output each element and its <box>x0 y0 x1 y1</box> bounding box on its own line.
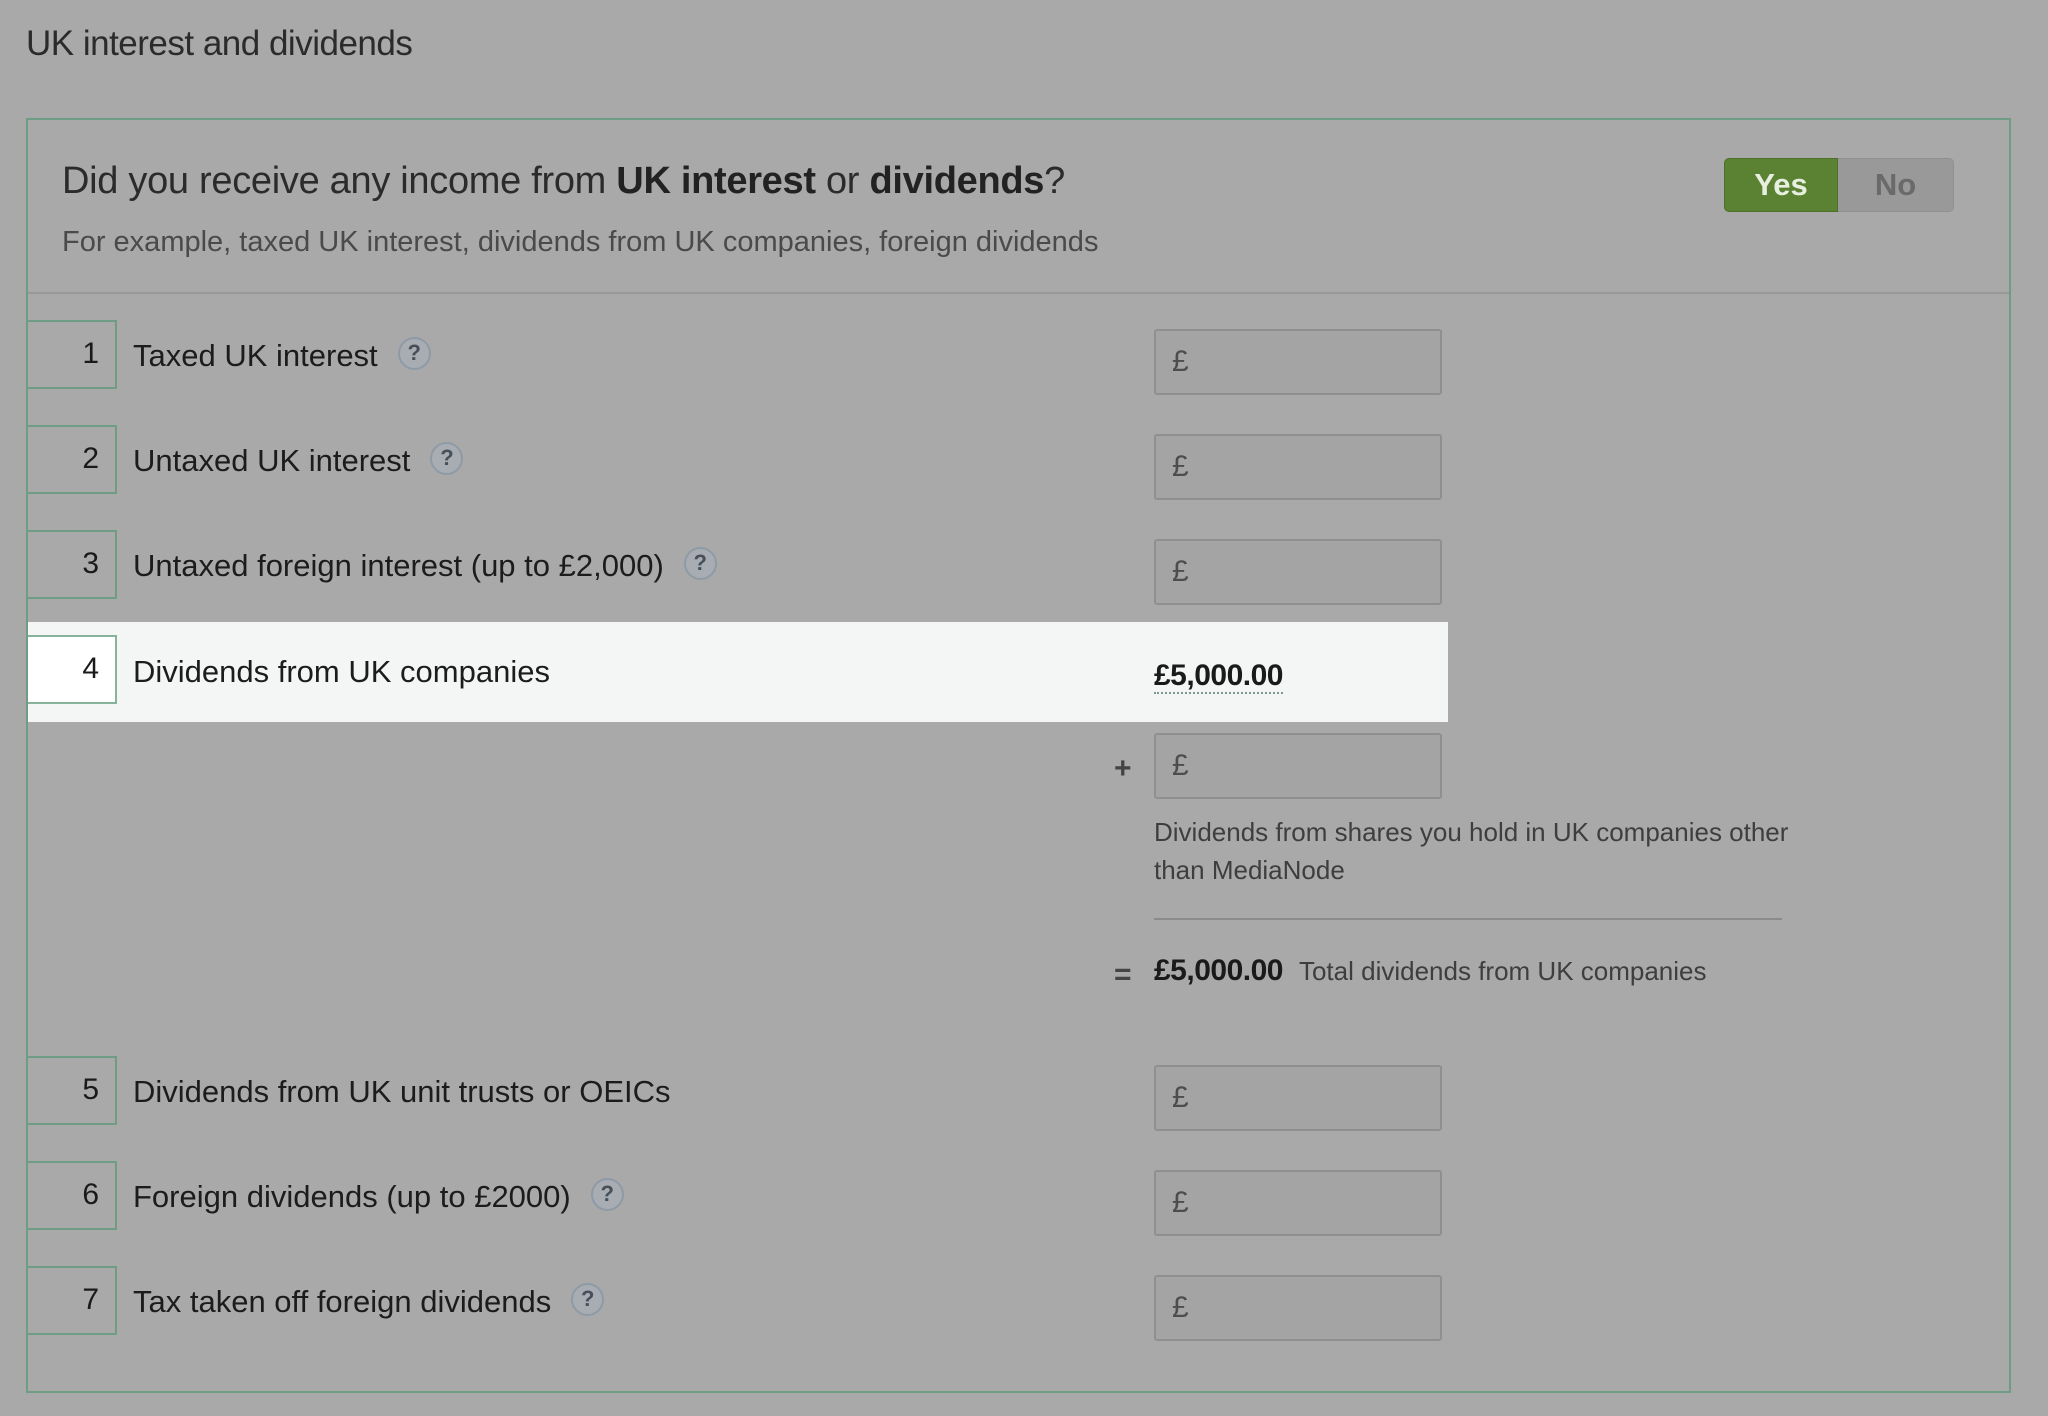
taxed-uk-interest-field[interactable] <box>1196 345 1440 379</box>
row-label-text: Untaxed UK interest <box>133 443 411 478</box>
help-icon[interactable]: ? <box>590 1177 624 1211</box>
pound-sign: £ <box>1172 749 1189 782</box>
income-panel: Did you receive any income from UK inter… <box>26 118 2011 1393</box>
total-amount: £5,000.00 <box>1154 954 1283 987</box>
row-label: Tax taken off foreign dividends? <box>133 1282 605 1320</box>
pound-sign: £ <box>1172 1291 1189 1324</box>
row-number: 1 <box>28 320 117 389</box>
row-label-text: Dividends from UK unit trusts or OEICs <box>133 1074 671 1109</box>
help-icon[interactable]: ? <box>571 1282 605 1316</box>
question-prefix: Did you receive any income from <box>62 160 617 202</box>
untaxed-foreign-interest-field[interactable] <box>1196 555 1440 589</box>
row-label: Foreign dividends (up to £2000)? <box>133 1177 624 1215</box>
row-number: 2 <box>28 425 117 494</box>
tax-foreign-dividends-input[interactable]: £ <box>1154 1275 1442 1341</box>
question-or: or <box>815 160 870 202</box>
dividends-total: £5,000.00 Total dividends from UK compan… <box>1154 954 1707 988</box>
pound-sign: £ <box>1172 555 1189 588</box>
row-label-text: Untaxed foreign interest (up to £2,000) <box>133 548 664 583</box>
row-number: 3 <box>28 530 117 599</box>
row-number: 4 <box>28 635 117 704</box>
question-uk-interest: UK interest <box>616 160 816 202</box>
row-label-text: Tax taken off foreign dividends <box>133 1284 552 1319</box>
question-mark: ? <box>1044 160 1065 202</box>
foreign-dividends-input[interactable]: £ <box>1154 1170 1442 1236</box>
total-label: Total dividends from UK companies <box>1298 956 1707 986</box>
help-icon[interactable]: ? <box>683 546 717 580</box>
pound-sign: £ <box>1172 1081 1189 1114</box>
equals-sign: = <box>1114 958 1132 991</box>
foreign-dividends-field[interactable] <box>1196 1186 1440 1220</box>
help-icon[interactable]: ? <box>397 336 431 370</box>
untaxed-foreign-interest-input[interactable]: £ <box>1154 539 1442 605</box>
plus-sign: + <box>1114 752 1132 785</box>
untaxed-uk-interest-input[interactable]: £ <box>1154 434 1442 500</box>
tax-foreign-dividends-field[interactable] <box>1196 1291 1440 1325</box>
other-dividends-field[interactable] <box>1196 749 1440 783</box>
row-dividends-uk-companies[interactable]: 4 Dividends from UK companies £5,000.00 <box>28 622 1448 722</box>
unit-trusts-field[interactable] <box>1196 1081 1440 1115</box>
section-divider <box>28 292 2009 294</box>
row-label: Untaxed UK interest? <box>133 441 464 479</box>
unit-trusts-input[interactable]: £ <box>1154 1065 1442 1131</box>
dividends-amount[interactable]: £5,000.00 <box>1154 660 1283 694</box>
question-subtext: For example, taxed UK interest, dividend… <box>62 226 1099 258</box>
row-label: Dividends from UK unit trusts or OEICs <box>133 1074 671 1110</box>
row-label-text: Taxed UK interest <box>133 338 378 373</box>
yes-no-toggle: Yes No <box>1724 158 1954 212</box>
other-dividends-note: Dividends from shares you hold in UK com… <box>1154 817 1789 885</box>
pound-sign: £ <box>1172 1186 1189 1219</box>
row-number: 7 <box>28 1266 117 1335</box>
row-label: Dividends from UK companies <box>133 654 550 690</box>
no-button[interactable]: No <box>1838 158 1954 212</box>
taxed-uk-interest-input[interactable]: £ <box>1154 329 1442 395</box>
pound-sign: £ <box>1172 345 1189 378</box>
row-label: Taxed UK interest? <box>133 336 431 374</box>
income-question: Did you receive any income from UK inter… <box>62 160 1065 203</box>
question-dividends: dividends <box>869 160 1045 202</box>
page-title: UK interest and dividends <box>26 24 413 63</box>
help-icon[interactable]: ? <box>430 441 464 475</box>
row-label: Untaxed foreign interest (up to £2,000)? <box>133 546 717 584</box>
yes-button[interactable]: Yes <box>1724 158 1838 212</box>
pound-sign: £ <box>1172 450 1189 483</box>
breakdown-divider <box>1154 918 1782 920</box>
untaxed-uk-interest-field[interactable] <box>1196 450 1440 484</box>
row-number: 5 <box>28 1056 117 1125</box>
row-label-text: Foreign dividends (up to £2000) <box>133 1179 571 1214</box>
row-number: 6 <box>28 1161 117 1230</box>
row-label-text: Dividends from UK companies <box>133 654 550 689</box>
other-dividends-input[interactable]: £ <box>1154 733 1442 799</box>
